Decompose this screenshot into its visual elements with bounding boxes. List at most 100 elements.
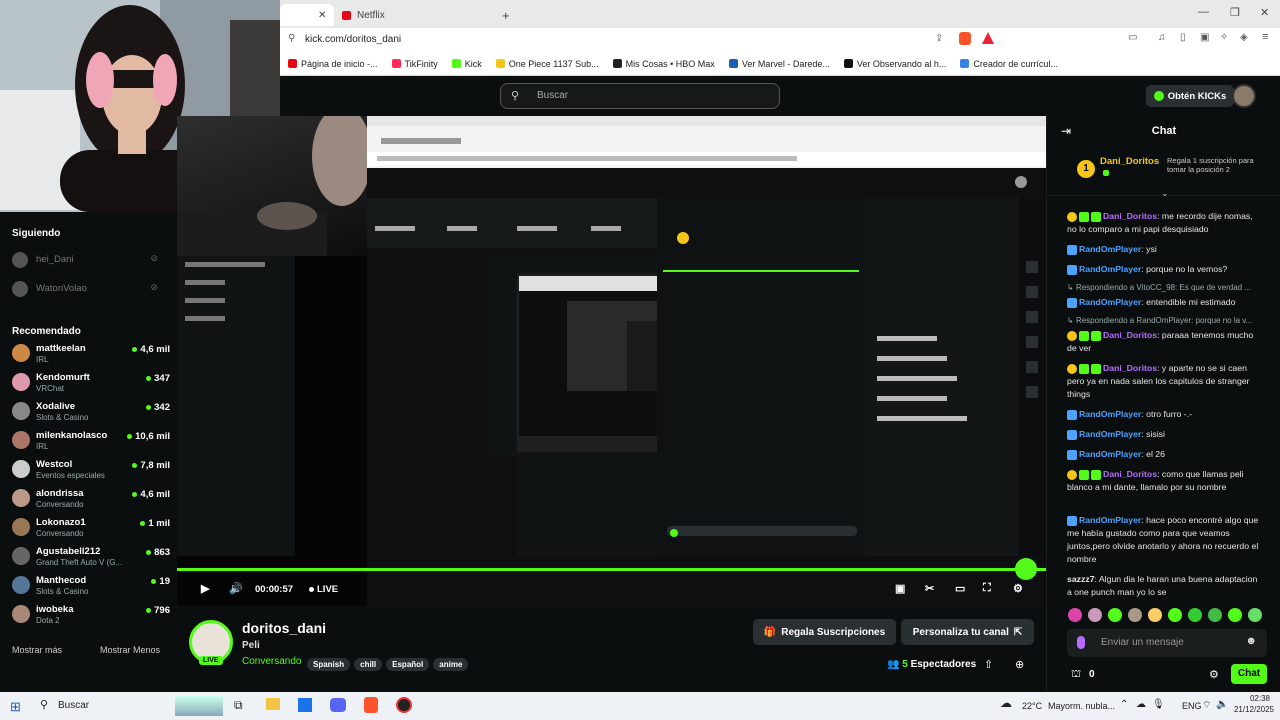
- bookmark-item[interactable]: Kick: [451, 59, 482, 69]
- following-item[interactable]: hei_Dani ⊘: [8, 250, 170, 270]
- chat-message[interactable]: RandOmPlayer: hace poco encontré algo qu…: [1067, 514, 1261, 566]
- bookmark-item[interactable]: Ver Marvel - Darede...: [728, 59, 830, 69]
- tab-kick[interactable]: ✕: [280, 4, 334, 26]
- chat-message[interactable]: RandOmPlayer: otro furro -.-: [1067, 408, 1261, 421]
- chat-username[interactable]: RandOmPlayer: [1079, 409, 1141, 419]
- language-indicator[interactable]: ENG: [1182, 701, 1202, 711]
- chat-message[interactable]: Dani_Doritos: como que llamas peli blanc…: [1067, 468, 1261, 494]
- scroll-down-icon[interactable]: [1015, 558, 1037, 580]
- recommended-channel[interactable]: Lokonazo1 Conversando 1 mil: [8, 514, 170, 542]
- recommended-channel[interactable]: Agustabell212 Grand Theft Auto V (G... 863: [8, 543, 170, 571]
- vpn-icon[interactable]: ◈: [1240, 32, 1248, 43]
- address-bar[interactable]: kick.com/doritos_dani: [305, 34, 401, 45]
- reply-context[interactable]: ↳ Respondiendo a RandOmPlayer: porque no…: [1067, 316, 1261, 325]
- share-icon[interactable]: ⇧: [984, 658, 993, 671]
- chat-message[interactable]: RandOmPlayer: ysi: [1067, 243, 1261, 256]
- recommended-channel[interactable]: Xodalive Slots & Casino 342: [8, 398, 170, 426]
- widget-icon[interactable]: [175, 696, 223, 716]
- chat-username[interactable]: Dani_Doritos: [1103, 211, 1157, 221]
- new-tab-button[interactable]: +: [496, 4, 516, 26]
- store-icon[interactable]: [298, 698, 312, 712]
- chat-message[interactable]: RandOmPlayer: entendible mi estimado: [1067, 296, 1261, 309]
- recommended-channel[interactable]: iwobeka Dota 2 796: [8, 601, 170, 629]
- music-icon[interactable]: ♫: [1158, 32, 1166, 43]
- volume-tray-icon[interactable]: 🔈: [1216, 699, 1228, 710]
- recommended-channel[interactable]: alondrissa Conversando 4,6 mil: [8, 485, 170, 513]
- sidebar-icon[interactable]: ▭: [1128, 32, 1137, 43]
- send-chat-button[interactable]: Chat: [1231, 664, 1267, 684]
- show-more-link[interactable]: Mostrar más: [12, 645, 62, 655]
- chat-username[interactable]: Dani_Doritos: [1103, 330, 1157, 340]
- chat-username[interactable]: RandOmPlayer: [1079, 429, 1141, 439]
- fullscreen-icon[interactable]: ⛶: [983, 582, 991, 595]
- customize-channel-button[interactable]: Personaliza tu canal ⇱: [901, 619, 1034, 645]
- theater-icon[interactable]: ▭: [955, 582, 965, 595]
- user-avatar[interactable]: [1232, 84, 1256, 108]
- play-icon[interactable]: ▶: [201, 582, 209, 595]
- channel-name[interactable]: doritos_dani: [242, 620, 326, 636]
- bookmark-item[interactable]: Ver Observando al h...: [843, 59, 946, 69]
- live-indicator[interactable]: LIVE: [317, 584, 338, 595]
- minimize-icon[interactable]: —: [1198, 6, 1209, 18]
- bookmark-item[interactable]: Creador de currícul...: [960, 59, 1058, 69]
- network-icon[interactable]: ☁: [1136, 699, 1146, 710]
- clock-time[interactable]: 02:38: [1232, 694, 1270, 703]
- chat-settings-icon[interactable]: ⚙: [1209, 668, 1219, 681]
- following-item[interactable]: WatonVolao ⊘: [8, 279, 170, 299]
- chat-username[interactable]: Dani_Doritos: [1103, 469, 1157, 479]
- tag[interactable]: Spanish: [307, 658, 351, 671]
- obs-icon[interactable]: [396, 697, 412, 713]
- wifi-icon[interactable]: ⌔: [1202, 699, 1211, 712]
- start-icon[interactable]: ⊞: [10, 699, 21, 715]
- show-less-link[interactable]: Mostrar Menos: [100, 645, 160, 655]
- mic-tray-icon[interactable]: 🎙: [1152, 699, 1165, 710]
- close-icon[interactable]: ✕: [318, 10, 326, 21]
- bookmark-item[interactable]: TikFinity: [391, 59, 438, 69]
- file-explorer-icon[interactable]: [266, 698, 280, 710]
- rewards-icon[interactable]: [982, 32, 994, 44]
- recommended-channel[interactable]: Kendomurft VRChat 347: [8, 369, 170, 397]
- chat-message[interactable]: RandOmPlayer: el 26: [1067, 448, 1261, 461]
- taskbar-search[interactable]: ⚲ Buscar: [32, 695, 172, 717]
- miniplayer-icon[interactable]: ▣: [895, 582, 905, 595]
- emoji-icon[interactable]: ☻: [1245, 635, 1257, 647]
- chevron-down-icon[interactable]: ⌄: [1161, 188, 1169, 199]
- tag[interactable]: chill: [354, 658, 383, 671]
- tray-arrow-icon[interactable]: ⌃: [1120, 699, 1128, 710]
- recommended-channel[interactable]: mattkeelan IRL 4,6 mil: [8, 340, 170, 368]
- follow-icon[interactable]: ⊕: [1015, 658, 1024, 671]
- chat-message[interactable]: Dani_Doritos: paraaa tenemos mucho de ve…: [1067, 329, 1261, 355]
- chat-username[interactable]: RandOmPlayer: [1079, 515, 1141, 525]
- chat-username[interactable]: RandOmPlayer: [1079, 264, 1141, 274]
- recommended-channel[interactable]: milenkanolasco IRL 10,6 mil: [8, 427, 170, 455]
- brave-icon[interactable]: [364, 697, 378, 713]
- video-player[interactable]: ▶ 🔊 00:00:57 LIVE ▣ ✂ ▭ ⛶ ⚙: [177, 116, 1046, 606]
- chat-username[interactable]: Dani_Doritos: [1103, 363, 1157, 373]
- stream-category[interactable]: Conversando: [242, 656, 301, 667]
- chat-username[interactable]: RandOmPlayer: [1079, 297, 1141, 307]
- reading-icon[interactable]: ▯: [1180, 32, 1186, 43]
- chat-message[interactable]: Dani_Doritos: y aparte no se si caen per…: [1067, 362, 1261, 401]
- brave-shield-icon[interactable]: [959, 32, 971, 45]
- maximize-icon[interactable]: ❐: [1230, 6, 1240, 19]
- get-kicks-button[interactable]: Obtén KICKs: [1146, 85, 1234, 107]
- close-window-icon[interactable]: ✕: [1260, 6, 1269, 19]
- tag[interactable]: anime: [433, 658, 469, 671]
- kicks-wallet-icon[interactable]: ⛫: [1071, 668, 1081, 682]
- ai-icon[interactable]: ✧: [1220, 32, 1228, 43]
- top-gifter-name[interactable]: Dani_Doritos: [1100, 156, 1159, 167]
- chat-message[interactable]: sazzz7: Algun dia le haran una buena ada…: [1067, 573, 1261, 599]
- tag[interactable]: Español: [386, 658, 430, 671]
- menu-icon[interactable]: ≡: [1262, 31, 1268, 43]
- settings-icon[interactable]: ⚙: [1013, 582, 1023, 595]
- chat-username[interactable]: RandOmPlayer: [1079, 244, 1141, 254]
- search-input[interactable]: ⚲ Buscar: [500, 83, 780, 109]
- bookmark-item[interactable]: Mis Cosas • HBO Max: [612, 59, 715, 69]
- volume-icon[interactable]: 🔊: [229, 582, 243, 595]
- chat-message[interactable]: RandOmPlayer: porque no la vemos?: [1067, 263, 1261, 276]
- recommended-channel[interactable]: Westcol Eventos especiales 7,8 mil: [8, 456, 170, 484]
- chat-message[interactable]: RandOmPlayer: sisisi: [1067, 428, 1261, 441]
- site-info-icon[interactable]: ⚲: [288, 33, 295, 44]
- gift-subs-button[interactable]: 🎁 Regala Suscripciones: [753, 619, 896, 645]
- share-icon[interactable]: ⇪: [935, 33, 943, 44]
